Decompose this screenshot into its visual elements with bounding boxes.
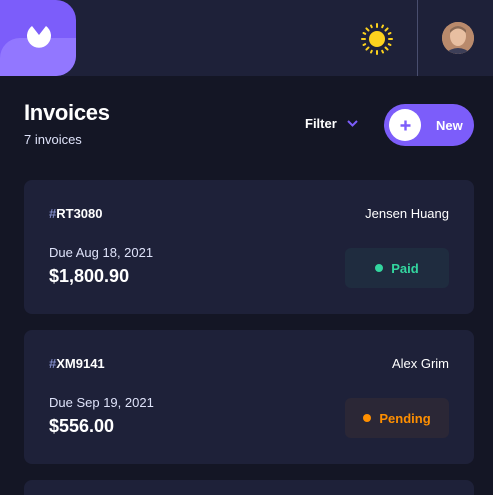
invoice-id-number: RT3080: [56, 206, 103, 221]
invoice-due-date: Due Aug 18, 2021: [49, 245, 154, 260]
app-header: [0, 0, 493, 76]
page-title: Invoices: [24, 100, 110, 125]
invoice-client: Alex Grim: [391, 356, 449, 371]
new-invoice-label: New: [436, 117, 463, 133]
status-dot: [375, 264, 384, 272]
invoice-id-number: XM9141: [56, 356, 105, 371]
logo[interactable]: [0, 0, 76, 76]
invoice-card[interactable]: [24, 480, 474, 495]
logo-icon: [27, 26, 51, 48]
invoice-amount: $556.00: [49, 416, 115, 436]
status-badge: Paid: [345, 248, 449, 288]
status-dot: [363, 414, 372, 422]
invoice-id: #XM9141: [49, 356, 105, 371]
header-divider: [417, 0, 418, 76]
invoice-amount: $1,800.90: [49, 266, 130, 286]
filter-dropdown[interactable]: Filter: [305, 116, 358, 131]
status-badge: Pending: [345, 398, 449, 438]
status-label: Paid: [391, 260, 419, 276]
filter-label: Filter: [305, 116, 337, 131]
invoice-id: #RT3080: [49, 206, 102, 221]
chevron-down-icon: [347, 120, 358, 127]
invoice-card[interactable]: #XM9141 Alex Grim Due Sep 19, 2021 $556.…: [24, 330, 474, 464]
new-invoice-button[interactable]: New: [384, 104, 474, 146]
invoice-count: 7 invoices: [24, 132, 82, 147]
invoice-due-date: Due Sep 19, 2021: [49, 395, 154, 410]
plus-icon: [389, 109, 421, 141]
sun-icon[interactable]: [360, 22, 394, 56]
avatar-icon: [442, 22, 474, 54]
invoice-card[interactable]: #RT3080 Jensen Huang Due Aug 18, 2021 $1…: [24, 180, 474, 314]
status-label: Pending: [379, 410, 431, 426]
invoice-client: Jensen Huang: [365, 206, 449, 221]
user-avatar[interactable]: [442, 22, 474, 54]
